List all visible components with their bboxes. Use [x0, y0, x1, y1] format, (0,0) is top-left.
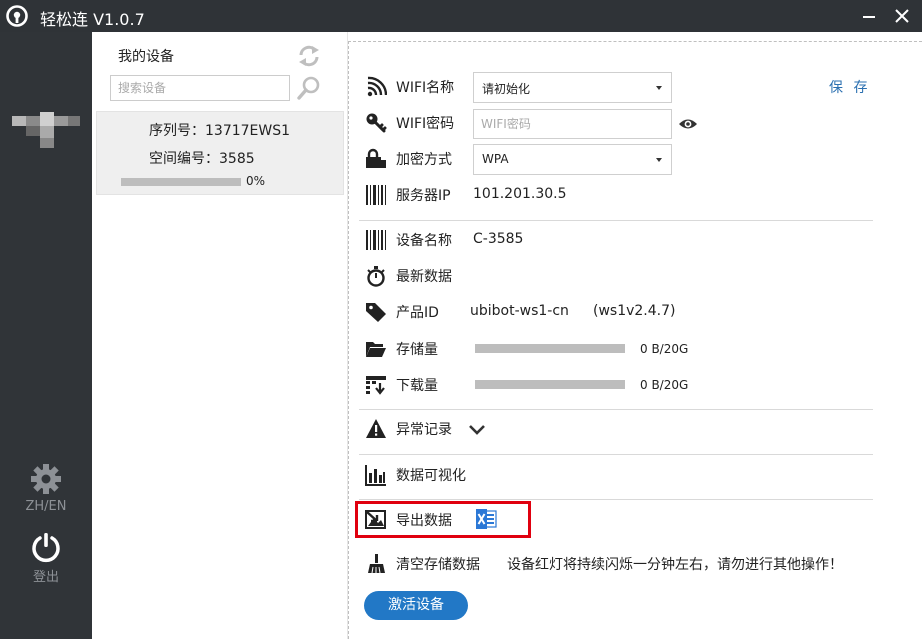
avatar	[12, 112, 80, 148]
chevron-down-icon	[656, 158, 662, 162]
download-icon	[366, 376, 386, 395]
power-icon	[32, 533, 60, 563]
eye-icon[interactable]	[678, 116, 698, 132]
device-name-value: C-3585	[473, 231, 524, 247]
key-icon	[366, 113, 387, 133]
search-icon[interactable]	[297, 76, 321, 100]
wifi-name-select[interactable]: 请初始化	[473, 72, 672, 103]
wifi-icon	[367, 76, 387, 97]
clear-warning-text: 设备红灯将持续闪烁一分钟左右，请勿进行其他操作！	[507, 557, 843, 573]
storage-label: 存储量	[396, 342, 438, 358]
export-data-label: 导出数据	[396, 513, 452, 529]
divider	[359, 409, 873, 410]
firmware-version: (ws1v2.4.7)	[593, 303, 676, 319]
clear-storage-label: 清空存储数据	[396, 557, 480, 573]
wifi-name-label: WIFI名称	[396, 80, 455, 96]
server-ip-value: 101.201.30.5	[473, 186, 567, 202]
data-visualization-label: 数据可视化	[396, 468, 466, 484]
close-icon[interactable]	[893, 7, 911, 25]
device-space-id: 空间编号：3585	[149, 151, 255, 167]
anomaly-records-label: 异常记录	[396, 422, 452, 438]
minimize-icon[interactable]	[862, 7, 876, 23]
product-id-value: ubibot-ws1-cn	[470, 303, 569, 319]
encryption-label: 加密方式	[396, 152, 452, 168]
barcode-icon	[366, 230, 386, 250]
title-bar: 轻松连 V1.0.7	[0, 0, 922, 32]
broom-icon	[368, 554, 385, 574]
device-progress-text: 0%	[246, 174, 266, 188]
activate-device-button[interactable]: 激活设备	[364, 591, 468, 620]
device-serial: 序列号：13717EWS1	[149, 123, 291, 139]
data-visualization-button[interactable]: 数据可视化	[365, 462, 495, 490]
tag-icon	[366, 303, 386, 322]
export-image-icon	[365, 510, 386, 529]
download-row: 下载量	[365, 372, 475, 400]
download-label: 下载量	[396, 378, 438, 394]
settings-button[interactable]: ZH/EN	[16, 462, 76, 520]
latest-data-row[interactable]: 最新数据	[365, 263, 475, 291]
refresh-icon[interactable]	[297, 44, 321, 68]
divider	[359, 454, 873, 455]
divider	[359, 220, 873, 221]
anomaly-records-toggle[interactable]: 异常记录	[365, 416, 495, 444]
logout-button[interactable]: 登出	[16, 530, 76, 590]
storage-value: 0 B/20G	[640, 342, 689, 356]
excel-icon[interactable]	[475, 508, 497, 530]
clear-storage-button[interactable]: 清空存储数据	[365, 551, 515, 579]
wifi-password-input[interactable]	[473, 109, 672, 139]
save-button[interactable]: 保 存	[829, 77, 870, 97]
app-logo-icon	[6, 5, 28, 27]
encryption-row: 加密方式	[365, 146, 475, 174]
folder-open-icon	[366, 342, 386, 357]
encryption-select[interactable]: WPA	[473, 144, 672, 175]
device-list-item[interactable]: 序列号：13717EWS1 空间编号：3585 0%	[96, 111, 344, 195]
device-progress-bar	[121, 178, 241, 186]
chevron-down-icon	[469, 425, 485, 435]
barcode-icon	[366, 185, 386, 205]
device-list-heading: 我的设备	[118, 49, 174, 65]
product-id-row: 产品ID	[365, 299, 475, 327]
storage-bar	[475, 344, 625, 353]
device-name-label: 设备名称	[396, 233, 452, 249]
product-id-label: 产品ID	[396, 305, 439, 321]
wifi-password-row: WIFI密码	[365, 110, 475, 138]
device-search-input[interactable]	[110, 75, 290, 101]
download-bar	[475, 380, 625, 389]
download-value: 0 B/20G	[640, 378, 689, 392]
stopwatch-icon	[367, 266, 385, 287]
wifi-name-value: 请初始化	[482, 82, 531, 96]
language-toggle[interactable]: ZH/EN	[26, 499, 67, 514]
main-panel: 保 存 WIFI名称 请初始化 WIFI密码 WIFI密码 加密方式 WPA 服…	[348, 41, 922, 639]
server-ip-row: 服务器IP	[365, 182, 475, 210]
lock-folder-icon	[366, 148, 386, 168]
device-panel: 我的设备 序列号：13717EWS1 空间编号：3585 0%	[92, 32, 348, 639]
logout-label: 登出	[32, 570, 59, 585]
encryption-value: WPA	[482, 152, 509, 166]
left-sidebar: ZH/EN 登出	[0, 32, 92, 639]
gear-icon	[31, 464, 61, 494]
window-title: 轻松连 V1.0.7	[40, 10, 145, 29]
bar-chart-icon	[365, 465, 386, 486]
warning-icon	[366, 419, 386, 438]
server-ip-label: 服务器IP	[396, 188, 451, 204]
device-name-row: 设备名称	[365, 227, 475, 255]
latest-data-label: 最新数据	[396, 269, 452, 285]
export-data-button[interactable]: 导出数据	[365, 507, 515, 535]
wifi-password-label: WIFI密码	[396, 116, 455, 132]
storage-row: 存储量	[365, 336, 475, 364]
chevron-down-icon	[656, 86, 662, 90]
divider	[359, 499, 873, 500]
